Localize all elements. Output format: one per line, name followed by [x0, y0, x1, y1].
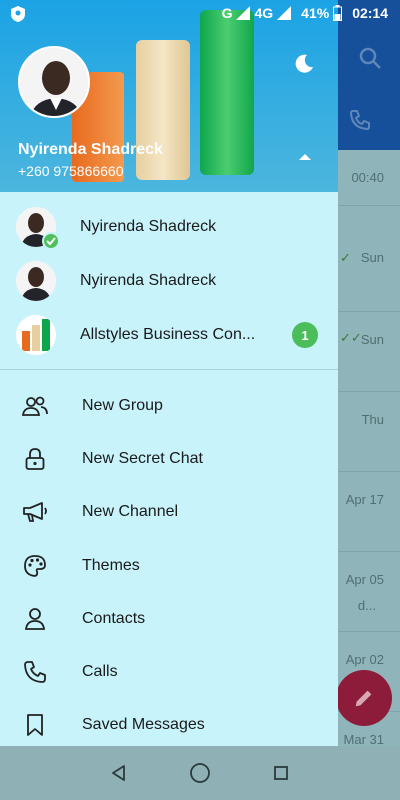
account-item[interactable]: Nyirenda Shadreck	[0, 254, 338, 308]
drawer-header: Nyirenda Shadreck +260 975866660	[0, 0, 338, 192]
menu-item-new-secret-chat[interactable]: New Secret Chat	[0, 432, 338, 485]
account-name: Allstyles Business Con...	[80, 326, 256, 343]
account-item[interactable]: Allstyles Business Con... 1	[0, 308, 338, 362]
signal-icon	[277, 6, 292, 20]
network-label: G	[221, 5, 233, 21]
compose-fab-button[interactable]	[336, 670, 392, 726]
chat-row[interactable]: ✓✓ Sun	[338, 312, 400, 392]
active-account-check-icon	[42, 232, 60, 250]
calls-tab-icon[interactable]	[348, 108, 372, 132]
system-navigation-bar	[0, 746, 400, 800]
double-check-icon: ✓✓	[340, 330, 362, 345]
shield-icon	[11, 6, 25, 22]
chat-row[interactable]: Apr 05 d...	[338, 552, 400, 632]
recents-icon[interactable]	[272, 764, 290, 782]
phone-icon	[22, 659, 48, 685]
menu-item-new-group[interactable]: New Group	[0, 379, 338, 432]
palette-icon	[22, 553, 48, 579]
drawer-menu: New Group New Secret Chat New Channel Th…	[0, 379, 338, 746]
chevron-up-icon[interactable]	[298, 152, 312, 162]
unread-badge: 1	[292, 322, 318, 348]
account-name: Nyirenda Shadreck	[80, 218, 217, 235]
chat-row[interactable]: Thu	[338, 392, 400, 472]
lock-icon	[22, 446, 48, 472]
account-item[interactable]: Nyirenda Shadreck	[0, 200, 338, 254]
battery-percent: 41%	[301, 5, 330, 21]
status-bar: G 4G 41% 02:14	[0, 0, 400, 28]
chat-row[interactable]: Apr 17	[338, 472, 400, 552]
chat-row[interactable]: ✓ Sun	[338, 206, 400, 312]
signal-icon	[236, 6, 251, 20]
menu-item-saved-messages[interactable]: Saved Messages	[0, 699, 338, 746]
navigation-drawer: Nyirenda Shadreck +260 975866660 Nyirend…	[0, 0, 338, 746]
avatar	[16, 261, 56, 301]
megaphone-icon	[22, 499, 48, 525]
menu-item-themes[interactable]: Themes	[0, 539, 338, 592]
home-icon[interactable]	[189, 762, 211, 784]
people-icon	[22, 393, 48, 419]
menu-item-contacts[interactable]: Contacts	[0, 592, 338, 645]
header-decoration	[200, 10, 254, 175]
account-name: Nyirenda Shadreck	[80, 272, 217, 289]
read-check-icon: ✓	[340, 250, 351, 265]
profile-avatar[interactable]	[18, 46, 90, 118]
pencil-icon	[355, 690, 372, 707]
header-decoration	[136, 40, 190, 180]
clock: 02:14	[352, 5, 388, 21]
avatar	[16, 315, 56, 355]
menu-item-new-channel[interactable]: New Channel	[0, 486, 338, 539]
profile-name: Nyirenda Shadreck	[18, 141, 163, 158]
search-icon[interactable]	[358, 46, 382, 70]
night-mode-icon[interactable]	[292, 52, 316, 76]
network-type-label: 4G	[254, 5, 274, 21]
divider	[0, 369, 338, 370]
profile-phone: +260 975866660	[18, 163, 124, 179]
chat-row[interactable]: 00:40	[338, 150, 400, 206]
back-icon[interactable]	[110, 764, 128, 782]
bookmark-icon	[22, 712, 48, 738]
battery-icon	[333, 5, 343, 21]
person-icon	[22, 606, 48, 632]
menu-item-calls[interactable]: Calls	[0, 645, 338, 698]
account-list: Nyirenda Shadreck Nyirenda Shadreck Alls…	[0, 192, 338, 355]
